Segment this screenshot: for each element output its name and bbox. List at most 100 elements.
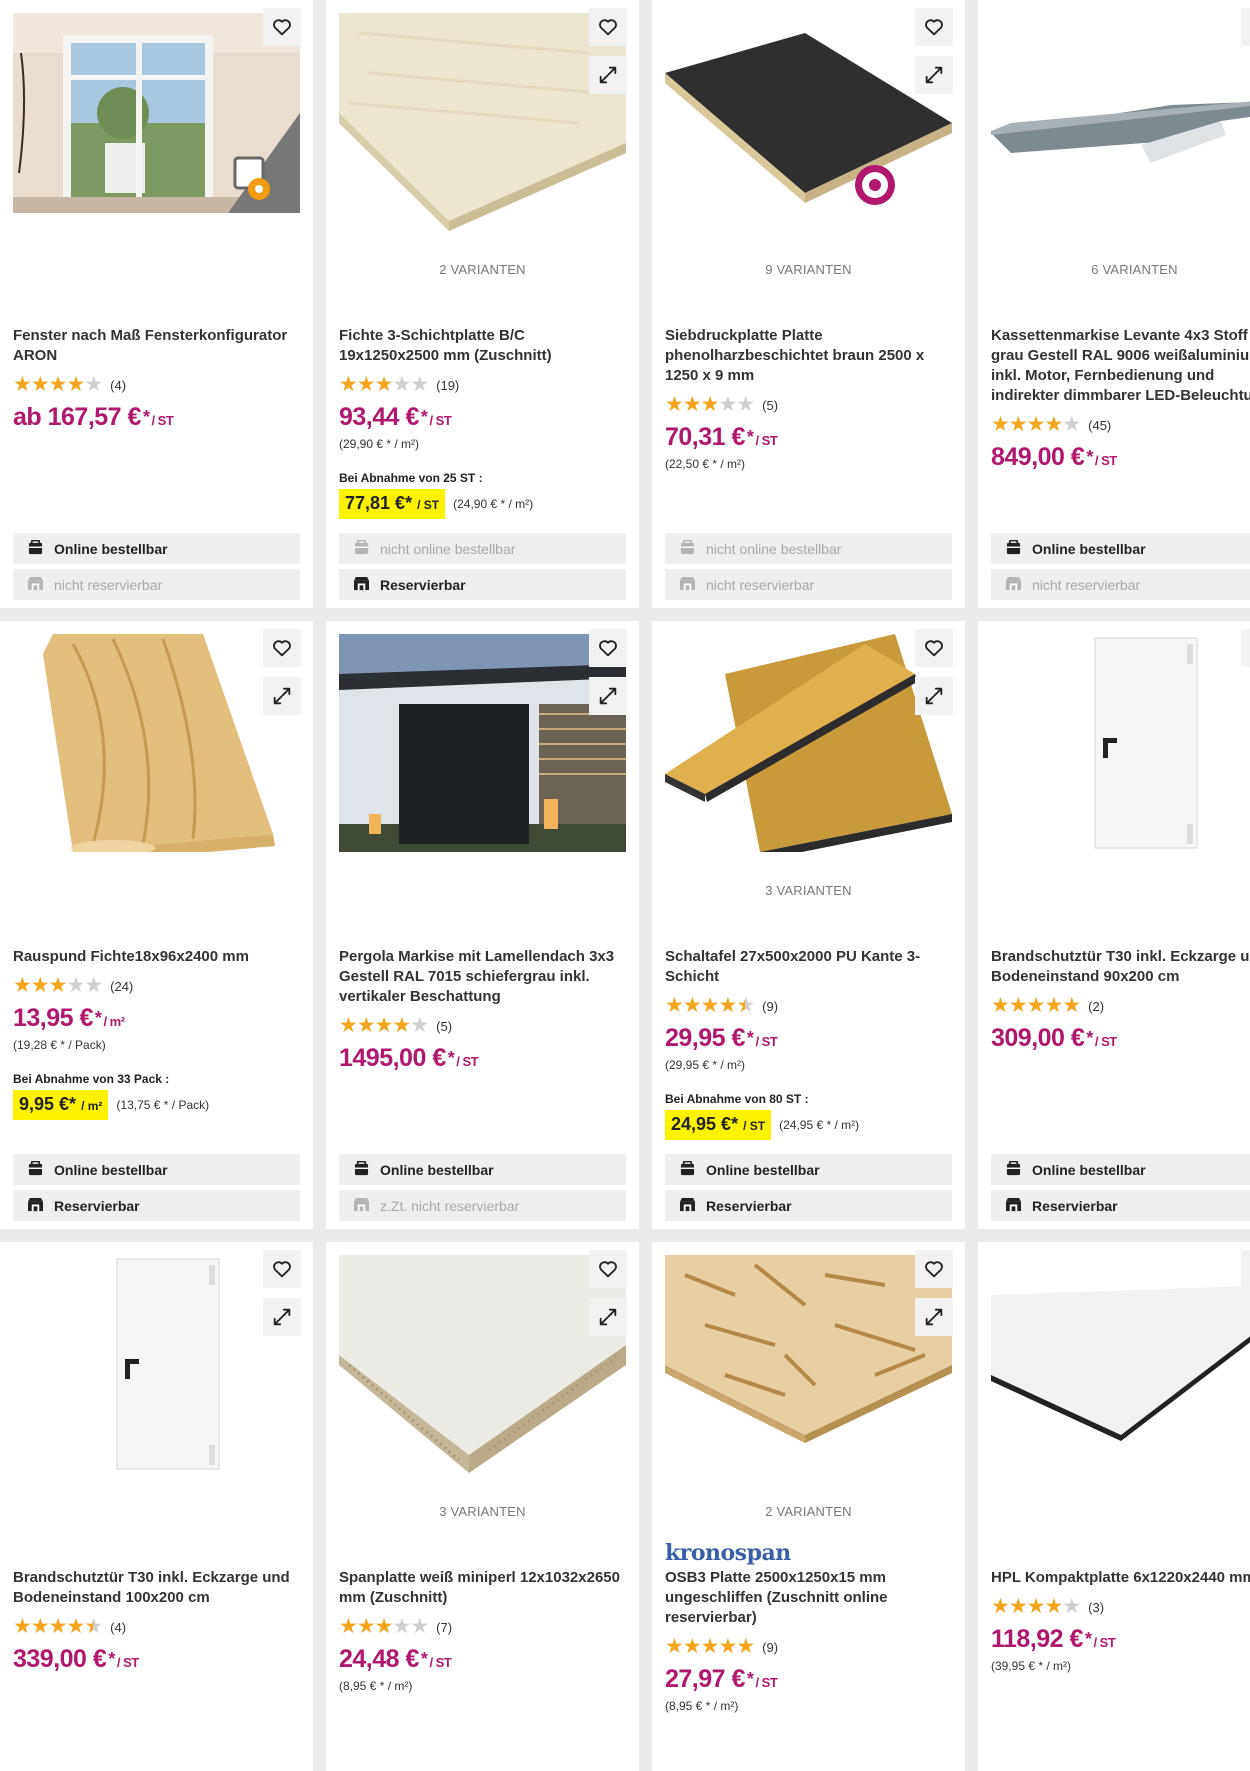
product-image[interactable] xyxy=(339,1255,626,1473)
online-availability[interactable]: nicht online bestellbar xyxy=(665,533,952,564)
product-title[interactable]: Spanplatte weiß miniperl 12x1032x2650 mm… xyxy=(339,1568,629,1608)
online-availability[interactable]: Online bestellbar xyxy=(13,1154,300,1185)
online-availability[interactable]: nicht online bestellbar xyxy=(339,533,626,564)
product-title[interactable]: Brandschutztür T30 inkl. Eckzarge und Bo… xyxy=(991,947,1250,987)
price-footnote-marker: * xyxy=(447,1048,455,1068)
favorite-heart-icon[interactable] xyxy=(589,1250,627,1288)
rating[interactable]: ★★★★★ (24) xyxy=(13,975,303,997)
reserve-availability[interactable]: nicht reservierbar xyxy=(665,569,952,600)
reserve-availability[interactable]: nicht reservierbar xyxy=(13,569,300,600)
star-full-icon: ★ xyxy=(1026,994,1046,1017)
online-availability[interactable]: Online bestellbar xyxy=(339,1154,626,1185)
compare-arrows-icon[interactable] xyxy=(263,1298,301,1336)
compare-arrows-icon[interactable] xyxy=(589,1298,627,1336)
star-full-icon: ★ xyxy=(682,994,702,1017)
product-title[interactable]: Pergola Markise mit Lamellendach 3x3 Ges… xyxy=(339,947,629,1007)
compare-arrows-icon[interactable] xyxy=(263,677,301,715)
rating[interactable]: ★★★★★ (5) xyxy=(665,394,955,416)
product-title[interactable]: Fichte 3-Schichtplatte B/C 19x1250x2500 … xyxy=(339,326,629,366)
product-image[interactable] xyxy=(991,634,1250,852)
product-card[interactable]: 2 VARIANTEN kronospan OSB3 Platte 2500x125… xyxy=(652,1242,965,1771)
favorite-heart-icon[interactable] xyxy=(263,629,301,667)
product-card[interactable]: Pergola Markise mit Lamellendach 3x3 Ges… xyxy=(326,621,639,1229)
reserve-availability[interactable]: Reservierbar xyxy=(665,1190,952,1221)
rating[interactable]: ★★★★★ (9) xyxy=(665,995,955,1017)
favorite-heart-icon[interactable] xyxy=(915,629,953,667)
variants-count[interactable]: 9 VARIANTEN xyxy=(652,262,965,277)
product-title[interactable]: Fenster nach Maß Fensterkonfigurator ARO… xyxy=(13,326,303,366)
product-card[interactable]: Brandschutztür T30 inkl. Eckzarge und Bo… xyxy=(0,1242,313,1771)
rating[interactable]: ★★★★★ (45) xyxy=(991,414,1250,436)
product-image[interactable] xyxy=(665,1255,952,1473)
product-title[interactable]: Brandschutztür T30 inkl. Eckzarge und Bo… xyxy=(13,1568,303,1608)
product-title[interactable]: Schaltafel 27x500x2000 PU Kante 3-Schich… xyxy=(665,947,955,987)
variants-count[interactable]: 6 VARIANTEN xyxy=(978,262,1250,277)
rating[interactable]: ★★★★★ (4) xyxy=(13,1616,303,1638)
variants-count[interactable]: 2 VARIANTEN xyxy=(652,1504,965,1519)
product-title[interactable]: Siebdruckplatte Platte phenolharzbeschic… xyxy=(665,326,955,386)
product-image[interactable] xyxy=(991,13,1250,231)
compare-arrows-icon[interactable] xyxy=(915,56,953,94)
online-availability-label: nicht online bestellbar xyxy=(706,540,842,557)
favorite-heart-icon[interactable] xyxy=(1241,1250,1250,1288)
favorite-heart-icon[interactable] xyxy=(263,1250,301,1288)
product-title[interactable]: OSB3 Platte 2500x1250x15 mm ungeschliffe… xyxy=(665,1568,955,1628)
product-card[interactable]: Brandschutztür T30 inkl. Eckzarge und Bo… xyxy=(978,621,1250,1229)
product-card[interactable]: 3 VARIANTEN Schaltafel 27x500x2000 PU Kan… xyxy=(652,621,965,1229)
rating[interactable]: ★★★★★ (4) xyxy=(13,374,303,396)
product-image[interactable] xyxy=(13,634,300,852)
favorite-heart-icon[interactable] xyxy=(263,8,301,46)
product-image[interactable] xyxy=(665,634,952,852)
favorite-heart-icon[interactable] xyxy=(1241,8,1250,46)
favorite-heart-icon[interactable] xyxy=(915,1250,953,1288)
product-card[interactable]: 6 VARIANTEN Kassettenmarkise Levante 4x3 … xyxy=(978,0,1250,608)
product-title[interactable]: Rauspund Fichte18x96x2400 mm xyxy=(13,947,303,967)
variants-count[interactable]: 3 VARIANTEN xyxy=(326,1504,639,1519)
star-full-icon: ★ xyxy=(13,1615,32,1638)
variants-count[interactable]: 2 VARIANTEN xyxy=(326,262,639,277)
reserve-availability[interactable]: Reservierbar xyxy=(991,1190,1250,1221)
price-footnote-marker: * xyxy=(746,427,754,447)
product-card[interactable]: Fenster nach Maß Fensterkonfigurator ARO… xyxy=(0,0,313,608)
favorite-heart-icon[interactable] xyxy=(589,629,627,667)
variants-count[interactable]: 3 VARIANTEN xyxy=(652,883,965,898)
favorite-heart-icon[interactable] xyxy=(1241,629,1250,667)
rating[interactable]: ★★★★★ (7) xyxy=(339,1616,629,1638)
product-price: 93,44 € * / ST xyxy=(339,402,629,436)
rating[interactable]: ★★★★★ (2) xyxy=(991,995,1250,1017)
online-availability[interactable]: Online bestellbar xyxy=(13,533,300,564)
online-availability-label: Online bestellbar xyxy=(54,1161,168,1178)
compare-arrows-icon[interactable] xyxy=(915,677,953,715)
compare-arrows-icon[interactable] xyxy=(915,1298,953,1336)
favorite-heart-icon[interactable] xyxy=(915,8,953,46)
reserve-availability[interactable]: nicht reservierbar xyxy=(991,569,1250,600)
product-image[interactable] xyxy=(991,1255,1250,1473)
online-availability[interactable]: Online bestellbar xyxy=(991,1154,1250,1185)
online-availability-label: Online bestellbar xyxy=(1032,540,1146,557)
online-availability[interactable]: Online bestellbar xyxy=(665,1154,952,1185)
product-image[interactable] xyxy=(339,634,626,852)
rating[interactable]: ★★★★★ (3) xyxy=(991,1596,1250,1618)
product-image[interactable] xyxy=(665,13,952,231)
product-image[interactable] xyxy=(339,13,626,231)
product-card[interactable]: Rauspund Fichte18x96x2400 mm ★★★★★ (24) 13,… xyxy=(0,621,313,1229)
online-availability[interactable]: Online bestellbar xyxy=(991,533,1250,564)
product-image[interactable] xyxy=(13,1255,300,1473)
compare-arrows-icon[interactable] xyxy=(589,677,627,715)
reserve-availability[interactable]: Reservierbar xyxy=(13,1190,300,1221)
product-card[interactable]: 3 VARIANTEN Spanplatte weiß miniperl 12x1… xyxy=(326,1242,639,1771)
product-card[interactable]: 2 VARIANTEN Fichte 3-Schichtplatte B/C 19… xyxy=(326,0,639,608)
reserve-availability[interactable]: Reservierbar xyxy=(339,569,626,600)
compare-arrows-icon[interactable] xyxy=(589,56,627,94)
product-title[interactable]: Kassettenmarkise Levante 4x3 Stoff Uni g… xyxy=(991,326,1250,406)
product-image[interactable] xyxy=(13,13,300,231)
product-info: Schaltafel 27x500x2000 PU Kante 3-Schich… xyxy=(665,947,955,1140)
product-card[interactable]: HPL Kompaktplatte 6x1220x2440 mm ★★★★★ (3)… xyxy=(978,1242,1250,1771)
rating[interactable]: ★★★★★ (19) xyxy=(339,374,629,396)
reserve-availability[interactable]: z.Zt. nicht reservierbar xyxy=(339,1190,626,1221)
rating[interactable]: ★★★★★ (5) xyxy=(339,1015,629,1037)
product-title[interactable]: HPL Kompaktplatte 6x1220x2440 mm xyxy=(991,1568,1250,1588)
product-card[interactable]: 9 VARIANTEN Siebdruckplatte Platte phenol… xyxy=(652,0,965,608)
rating[interactable]: ★★★★★ (9) xyxy=(665,1636,955,1658)
favorite-heart-icon[interactable] xyxy=(589,8,627,46)
